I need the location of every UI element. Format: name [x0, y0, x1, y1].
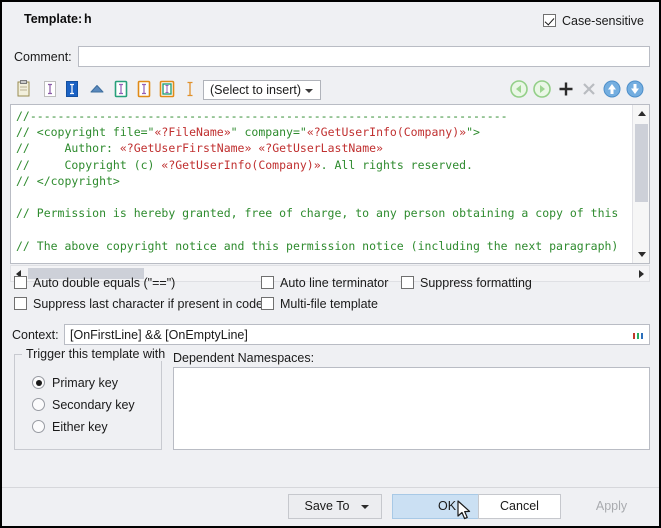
checkbox-box: [14, 297, 27, 311]
select-to-insert-dropdown[interactable]: (Select to insert): [203, 80, 321, 100]
macro-placeholder: «?GetUserInfo(Company)»: [161, 157, 321, 172]
vertical-scroll-thumb[interactable]: [635, 124, 648, 202]
move-down-icon[interactable]: [624, 78, 646, 100]
next-field-icon[interactable]: [531, 78, 553, 100]
selected-field-icon[interactable]: [61, 78, 83, 100]
macro-placeholder: «?GetUserFirstName»: [119, 141, 252, 156]
code-text: // Permission is hereby granted, free of…: [16, 206, 619, 221]
code-line: //--------------------------------------…: [16, 108, 631, 124]
checkbox-box: [261, 297, 274, 311]
checkbox-box: [401, 276, 414, 290]
code-text: // <copyright file=": [16, 125, 155, 140]
delete-icon[interactable]: [578, 78, 600, 100]
radio-label: Secondary key: [52, 397, 135, 412]
save-to-label: Save To: [304, 499, 350, 513]
checkbox-label: Auto double equals ("=="): [33, 275, 176, 290]
code-line: // Author: «?GetUserFirstName» «?GetUser…: [16, 140, 631, 156]
code-text: " company=": [230, 125, 307, 140]
code-text: // Copyright (c): [16, 157, 162, 172]
code-text: // Author:: [16, 141, 120, 156]
ellipsis-dot: [637, 333, 639, 339]
code-text: // The above copyright notice and this p…: [16, 238, 619, 253]
clipboard-icon[interactable]: [12, 78, 34, 100]
scroll-right-button[interactable]: [633, 266, 649, 281]
edit-template-dialog: Template: h Case-sensitive Comment: (Sel…: [0, 0, 661, 528]
orange-green-field-icon[interactable]: [156, 78, 178, 100]
cancel-button[interactable]: Cancel: [478, 494, 561, 519]
chevron-down-icon: [361, 505, 369, 509]
macro-placeholder: «?FileName»: [154, 125, 231, 140]
case-sensitive-checkbox[interactable]: Case-sensitive: [543, 13, 644, 28]
template-code-text: //--------------------------------------…: [16, 108, 631, 254]
save-to-button[interactable]: Save To: [288, 494, 382, 519]
orange-field-icon[interactable]: [133, 78, 155, 100]
move-up-icon[interactable]: [601, 78, 623, 100]
checkbox-suppress-last-character[interactable]: Suppress last character if present in co…: [14, 296, 263, 311]
trigger-group-title: Trigger this template with: [22, 347, 170, 361]
checkbox-label: Suppress formatting: [420, 275, 532, 290]
collapse-icon[interactable]: [86, 78, 108, 100]
scroll-down-button[interactable]: [633, 246, 649, 263]
triangle-up-icon: [638, 111, 646, 116]
radio-label: Primary key: [52, 375, 118, 390]
select-to-insert-value: (Select to insert): [210, 83, 302, 97]
code-text: //--------------------------------------…: [16, 109, 508, 123]
radio-button: [32, 398, 45, 412]
apply-button: Apply: [570, 494, 653, 519]
scroll-up-button[interactable]: [633, 105, 649, 122]
code-line: // Permission is hereby granted, free of…: [16, 205, 631, 221]
context-label: Context:: [12, 328, 59, 342]
radio-label: Either key: [52, 419, 108, 434]
green-field-icon[interactable]: [110, 78, 132, 100]
code-line: // The above copyright notice and this p…: [16, 238, 631, 254]
chevron-down-icon: [305, 89, 313, 93]
code-line: // <copyright file="«?FileName»" company…: [16, 124, 631, 140]
add-icon[interactable]: [555, 78, 577, 100]
dependent-namespaces-label: Dependent Namespaces:: [173, 351, 315, 365]
insert-toolbar: [2, 76, 659, 102]
case-sensitive-label: Case-sensitive: [562, 13, 644, 28]
radio-either-key[interactable]: Either key: [32, 419, 108, 434]
code-line: // Copyright (c) «?GetUserInfo(Company)»…: [16, 157, 631, 173]
template-name-value: h: [84, 12, 92, 26]
comment-input[interactable]: [78, 46, 650, 67]
context-browse-button[interactable]: [633, 333, 645, 339]
previous-field-icon[interactable]: [508, 78, 530, 100]
caret-field-icon[interactable]: [179, 78, 201, 100]
macro-placeholder: «?GetUserLastName»: [258, 141, 383, 156]
macro-placeholder: «?GetUserInfo(Company)»: [306, 125, 467, 140]
variable-field-icon[interactable]: [39, 78, 61, 100]
dependent-namespaces-list[interactable]: [173, 367, 650, 450]
checkbox-box: [543, 14, 556, 28]
context-input[interactable]: [64, 324, 650, 345]
editor-vertical-scrollbar[interactable]: [632, 105, 649, 263]
code-text: // </copyright>: [16, 173, 120, 188]
triangle-right-icon: [639, 270, 644, 278]
footer-separator: [2, 487, 659, 488]
checkbox-label: Multi-file template: [280, 296, 378, 311]
code-text: . All rights reserved.: [320, 157, 473, 172]
template-label: Template:: [24, 12, 83, 26]
checkbox-label: Auto line terminator: [280, 275, 389, 290]
checkbox-auto-double-equals[interactable]: Auto double equals ("=="): [14, 275, 175, 290]
code-text: ">: [466, 125, 480, 140]
checkbox-multi-file-template[interactable]: Multi-file template: [261, 296, 378, 311]
checkbox-auto-line-terminator[interactable]: Auto line terminator: [261, 275, 388, 290]
radio-primary-key[interactable]: Primary key: [32, 375, 118, 390]
comment-label: Comment:: [14, 50, 72, 64]
radio-button: [32, 420, 45, 434]
triangle-down-icon: [638, 252, 646, 257]
checkbox-box: [14, 276, 27, 290]
radio-button: [32, 376, 45, 390]
code-line: // </copyright>: [16, 173, 631, 189]
checkbox-suppress-formatting[interactable]: Suppress formatting: [401, 275, 532, 290]
checkbox-label: Suppress last character if present in co…: [33, 296, 263, 311]
template-code-editor[interactable]: //--------------------------------------…: [10, 104, 650, 264]
ellipsis-dot: [633, 333, 635, 339]
checkbox-box: [261, 276, 274, 290]
radio-secondary-key[interactable]: Secondary key: [32, 397, 135, 412]
ellipsis-dot: [641, 333, 643, 339]
